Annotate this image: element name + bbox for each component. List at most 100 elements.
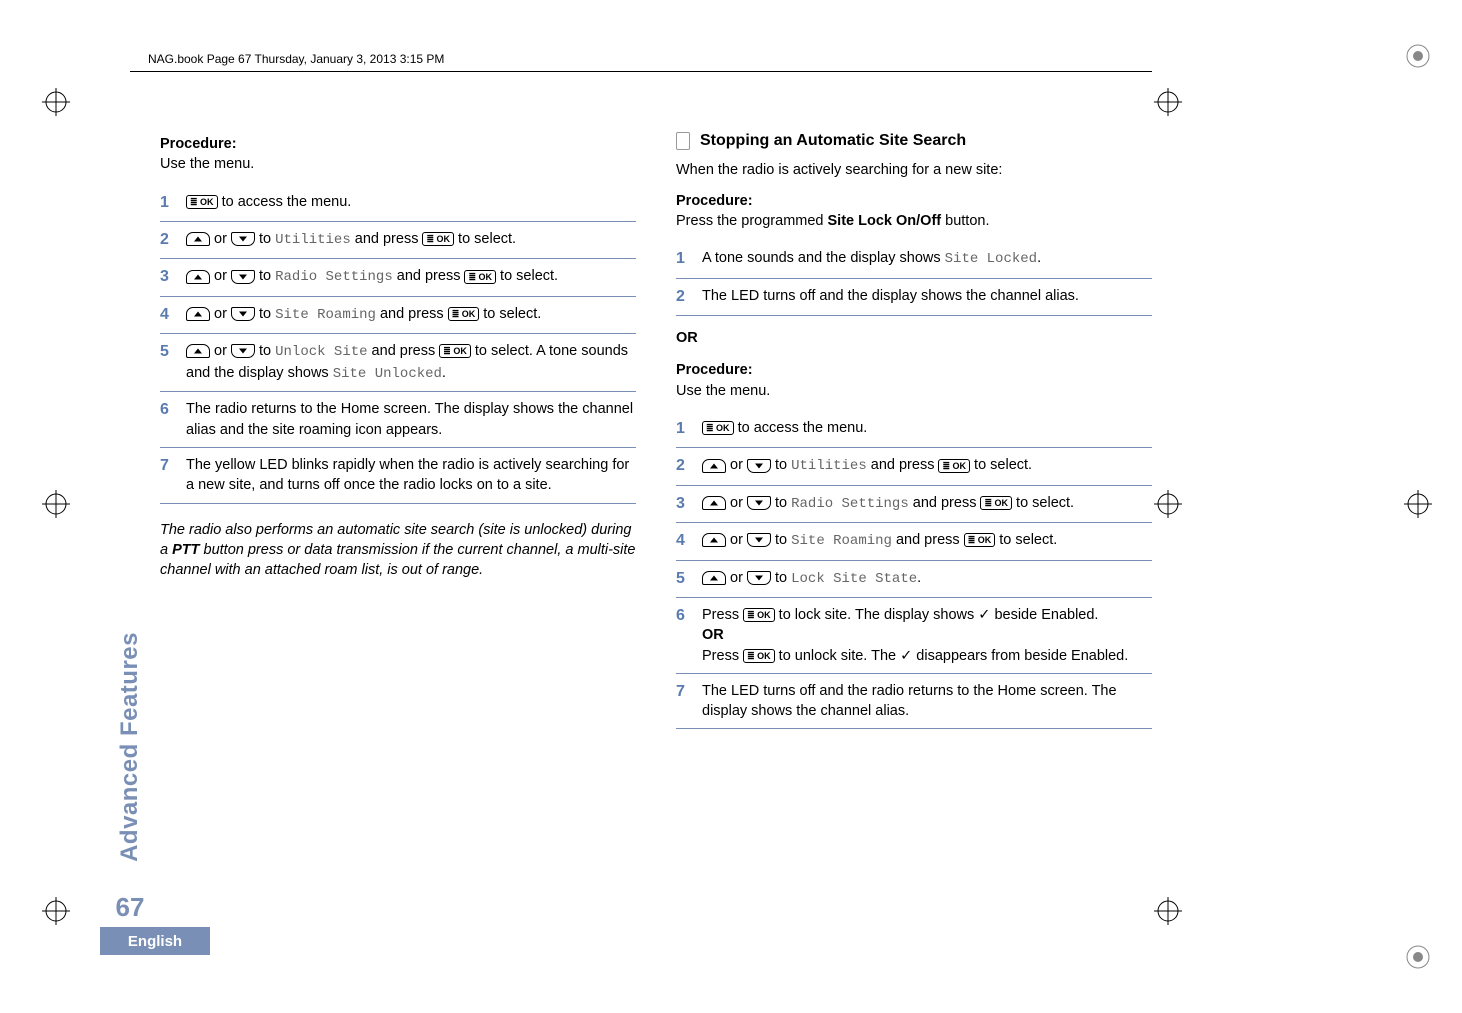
page-number: 67 xyxy=(116,892,145,923)
print-reg-mark-icon xyxy=(1154,88,1182,116)
italic-note: The radio also performs an automatic sit… xyxy=(160,520,636,581)
step: 7 The yellow LED blinks rapidly when the… xyxy=(160,448,636,504)
step: 2 or to Utilities and press ≣ OK to sele… xyxy=(676,448,1152,485)
print-reg-mark-icon xyxy=(1154,490,1182,518)
step-number: 2 xyxy=(676,455,690,477)
step-text: to select. xyxy=(995,532,1057,548)
proc-sub-text: button. xyxy=(941,213,989,229)
step-body: or to Site Roaming and press ≣ OK to sel… xyxy=(702,530,1152,552)
menu-option: Radio Settings xyxy=(791,496,909,512)
step-number: 2 xyxy=(676,286,690,308)
step-body: or to Unlock Site and press ≣ OK to sele… xyxy=(186,341,636,384)
step-text: . xyxy=(1037,250,1041,266)
step-number: 3 xyxy=(676,493,690,515)
step: 1 A tone sounds and the display shows Si… xyxy=(676,241,1152,278)
step: 5 or to Lock Site State. xyxy=(676,561,1152,598)
proc-sub-text: Press the programmed xyxy=(676,213,828,229)
step-text: to xyxy=(255,231,275,247)
step-text: to select. xyxy=(970,457,1032,473)
step: 5 or to Unlock Site and press ≣ OK to se… xyxy=(160,334,636,392)
step-number: 3 xyxy=(160,266,174,288)
or-label: OR xyxy=(676,328,1152,348)
ok-button-icon: ≣ OK xyxy=(186,195,218,209)
step-text: Press xyxy=(702,607,743,623)
step-body: or to Radio Settings and press ≣ OK to s… xyxy=(702,493,1152,515)
step-number: 6 xyxy=(160,399,174,440)
section-label: Advanced Features xyxy=(116,632,144,862)
ok-button-icon: ≣ OK xyxy=(464,270,496,284)
step-text: and press xyxy=(376,306,448,322)
menu-option: Utilities xyxy=(275,232,351,248)
step-text: to select. xyxy=(454,231,516,247)
step-number: 6 xyxy=(676,605,690,666)
step: 2 or to Utilities and press ≣ OK to sele… xyxy=(160,222,636,259)
print-reg-mark-icon xyxy=(42,490,70,518)
step-body: The radio returns to the Home screen. Th… xyxy=(186,399,636,440)
left-column: Procedure: Use the menu. 1 ≣ OK to acces… xyxy=(160,130,636,953)
step-text: to lock site. The display shows ✓ beside… xyxy=(775,607,1099,623)
intro-text: When the radio is actively searching for… xyxy=(676,160,1152,180)
step-text: to select. xyxy=(1012,495,1074,511)
note-text: button press or data transmission if the… xyxy=(160,542,636,578)
step-text: and press xyxy=(909,495,981,511)
print-reg-mark-icon xyxy=(1404,42,1432,70)
down-arrow-icon xyxy=(747,533,771,547)
menu-option: Site Roaming xyxy=(791,533,892,549)
step-body: Press ≣ OK to lock site. The display sho… xyxy=(702,605,1152,666)
step: 1 ≣ OK to access the menu. xyxy=(676,411,1152,448)
ok-button-icon: ≣ OK xyxy=(439,344,471,358)
step-number: 7 xyxy=(160,455,174,496)
step: 3 or to Radio Settings and press ≣ OK to… xyxy=(676,486,1152,523)
step-number: 7 xyxy=(676,681,690,722)
step-text: to xyxy=(771,495,791,511)
procedure-label: Procedure: xyxy=(676,191,1152,211)
ok-button-icon: ≣ OK xyxy=(964,533,996,547)
step-text: to access the menu. xyxy=(218,194,352,210)
print-reg-mark-icon xyxy=(1404,490,1432,518)
step-text: to select. xyxy=(496,268,558,284)
side-tab: Advanced Features 67 xyxy=(100,130,160,953)
up-arrow-icon xyxy=(186,344,210,358)
step: 3 or to Radio Settings and press ≣ OK to… xyxy=(160,259,636,296)
book-header-line: NAG.book Page 67 Thursday, January 3, 20… xyxy=(148,52,444,66)
menu-option: Lock Site State xyxy=(791,571,917,587)
step-text: and press xyxy=(351,231,423,247)
step-text: to access the menu. xyxy=(734,420,868,436)
menu-option: Unlock Site xyxy=(275,344,367,360)
page-content: Advanced Features 67 Procedure: Use the … xyxy=(100,130,1152,953)
topic-icon xyxy=(676,132,690,150)
procedure-label: Procedure: xyxy=(676,360,1152,380)
step-body: or to Site Roaming and press ≣ OK to sel… xyxy=(186,304,636,326)
step-text: to xyxy=(255,268,275,284)
up-arrow-icon xyxy=(186,307,210,321)
step-number: 5 xyxy=(160,341,174,384)
step-body: The LED turns off and the display shows … xyxy=(702,286,1152,308)
step: 6 The radio returns to the Home screen. … xyxy=(160,392,636,448)
down-arrow-icon xyxy=(747,571,771,585)
step-body: or to Lock Site State. xyxy=(702,568,1152,590)
step-body: or to Radio Settings and press ≣ OK to s… xyxy=(186,266,636,288)
step-text: to xyxy=(255,343,275,359)
down-arrow-icon xyxy=(231,232,255,246)
down-arrow-icon xyxy=(747,459,771,473)
language-bar: English xyxy=(100,927,210,955)
up-arrow-icon xyxy=(186,270,210,284)
print-reg-mark-icon xyxy=(42,897,70,925)
up-arrow-icon xyxy=(702,533,726,547)
step-number: 5 xyxy=(676,568,690,590)
step-text: to xyxy=(771,532,791,548)
ok-button-icon: ≣ OK xyxy=(448,307,480,321)
down-arrow-icon xyxy=(231,270,255,284)
step-body: A tone sounds and the display shows Site… xyxy=(702,248,1152,270)
step-number: 4 xyxy=(676,530,690,552)
menu-option: Site Roaming xyxy=(275,307,376,323)
down-arrow-icon xyxy=(231,344,255,358)
subsection-heading: Stopping an Automatic Site Search xyxy=(676,130,1152,152)
up-arrow-icon xyxy=(702,459,726,473)
step-text: to xyxy=(771,570,791,586)
step-number: 1 xyxy=(676,418,690,440)
right-column: Stopping an Automatic Site Search When t… xyxy=(676,130,1152,953)
step-body: or to Utilities and press ≣ OK to select… xyxy=(702,455,1152,477)
down-arrow-icon xyxy=(231,307,255,321)
up-arrow-icon xyxy=(702,496,726,510)
